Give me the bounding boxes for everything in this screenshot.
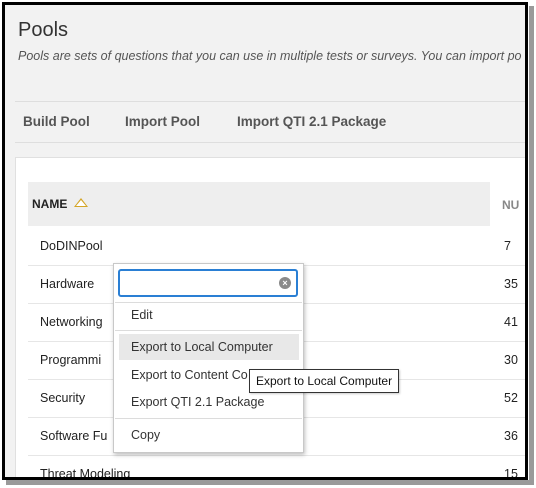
pool-name[interactable]: Programmi	[40, 353, 101, 367]
page-title: Pools	[18, 19, 69, 41]
pool-question-count: 35	[504, 277, 518, 291]
menu-item-edit[interactable]: Edit	[119, 302, 299, 328]
frame-shadow	[6, 480, 534, 485]
pool-name[interactable]: Threat Modeling	[40, 467, 130, 477]
pool-question-count: 7	[504, 239, 511, 253]
menu-search-input[interactable]	[123, 274, 277, 294]
pool-question-count: 41	[504, 315, 518, 329]
pool-name[interactable]: Hardware	[40, 277, 94, 291]
menu-divider	[115, 418, 302, 419]
table-row[interactable]: Threat Modeling 15	[28, 455, 525, 480]
table-row[interactable]: DoDINPool 7	[28, 227, 525, 266]
pool-name[interactable]: DoDINPool	[40, 239, 103, 253]
sort-ascending-icon[interactable]	[74, 198, 88, 207]
menu-item-label: Export QTI 2.1 Package	[131, 395, 265, 409]
menu-item-export-local[interactable]: Export to Local Computer	[119, 334, 299, 360]
pool-name[interactable]: Software Fu	[40, 429, 107, 443]
pool-question-count: 36	[504, 429, 518, 443]
table-header: NAME	[28, 182, 490, 226]
frame-shadow	[529, 6, 534, 484]
page-description: Pools are sets of questions that you can…	[18, 49, 522, 63]
import-qti-package-button[interactable]: Import QTI 2.1 Package	[237, 114, 386, 129]
clear-icon[interactable]: ×	[279, 277, 291, 289]
pool-name[interactable]: Security	[40, 391, 85, 405]
app-frame: Pools Pools are sets of questions that y…	[2, 2, 528, 480]
menu-item-label: Edit	[131, 308, 153, 322]
pool-question-count: 52	[504, 391, 518, 405]
column-header-num[interactable]: NU	[502, 198, 519, 212]
tooltip: Export to Local Computer	[249, 369, 400, 393]
menu-item-label: Copy	[131, 428, 161, 442]
build-pool-button[interactable]: Build Pool	[23, 114, 90, 129]
pool-question-count: 30	[504, 353, 518, 367]
column-header-name[interactable]: NAME	[32, 197, 67, 211]
menu-item-label: Export to Content Co	[131, 368, 248, 382]
pool-name[interactable]: Networking	[40, 315, 103, 329]
context-menu: × Edit Export to Local Computer Export t…	[113, 263, 304, 453]
pool-question-count: 15	[504, 467, 518, 480]
menu-search-field[interactable]: ×	[118, 269, 298, 297]
menu-item-label: Export to Local Computer	[131, 340, 273, 354]
import-pool-button[interactable]: Import Pool	[125, 114, 200, 129]
menu-item-copy[interactable]: Copy	[119, 422, 299, 448]
menu-divider	[115, 330, 302, 331]
action-bar: Build Pool Import Pool Import QTI 2.1 Pa…	[15, 101, 525, 143]
